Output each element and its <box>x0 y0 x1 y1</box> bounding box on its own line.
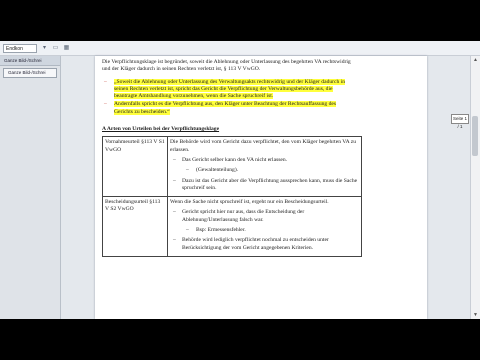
toolbar: Endkon ▾ ▭ ▦ <box>0 41 480 56</box>
vertical-scrollbar[interactable]: ▲ ▼ <box>470 56 480 319</box>
table-cell-type: Vornahmeurteil §113 V S1 VwGO <box>102 136 168 198</box>
row-items: Das Gericht selber kann den VA nicht erl… <box>170 157 359 165</box>
chevron-down-icon[interactable]: ▾ <box>41 45 48 52</box>
row-subitems: Bsp: Ermessensfehler. <box>170 227 359 235</box>
section-heading: A Arten von Urteilen bei der Verpflichtu… <box>102 126 220 133</box>
row-intro: Wenn die Sache nicht spruchreif ist, erg… <box>170 199 329 206</box>
quote-item: Andernfalls spricht es die Verpflichtung… <box>102 101 352 116</box>
list-item: Gericht spricht hier nur aus, dass die E… <box>170 209 359 224</box>
table-row: Bescheidungsurteil §113 V S2 VwGO Wenn d… <box>102 196 362 257</box>
row-intro: Die Behörde wird vom Gericht dazu verpfl… <box>170 139 357 153</box>
row-items: Dazu ist das Gericht aber die Verpflicht… <box>170 178 359 193</box>
highlighted-text: Andernfalls spricht es die Verpflichtung… <box>114 101 337 115</box>
list-item: Bsp: Ermessensfehler. <box>170 227 359 235</box>
document-area: Die Verpflichtungsklage ist begründet, s… <box>61 56 480 319</box>
left-panel-button[interactable]: Ganze Bild-/Schrei <box>3 68 57 78</box>
highlighted-text: „Soweit die Ablehnung oder Unterlassung … <box>114 78 346 100</box>
left-panel-title: Ganze Bild-/Schrei <box>0 56 60 66</box>
left-panel: Ganze Bild-/Schrei Ganze Bild-/Schrei <box>0 56 61 319</box>
table-row: Vornahmeurteil §113 V S1 VwGO Die Behörd… <box>102 136 362 198</box>
document-content: Die Verpflichtungsklage ist begründet, s… <box>102 59 362 257</box>
page-indicator: Seite 1 / 1 <box>451 114 469 129</box>
table-cell-description: Wenn die Sache nicht spruchreif ist, erg… <box>167 196 362 257</box>
list-item: Dazu ist das Gericht aber die Verpflicht… <box>170 178 359 193</box>
grid-icon[interactable]: ▦ <box>63 45 70 52</box>
page-fit-icon[interactable]: ▭ <box>52 45 59 52</box>
scroll-down-icon[interactable]: ▼ <box>471 311 480 319</box>
document-page: Die Verpflichtungsklage ist begründet, s… <box>95 56 427 319</box>
row-items: Gericht spricht hier nur aus, dass die E… <box>170 209 359 224</box>
intro-paragraph: Die Verpflichtungsklage ist begründet, s… <box>102 59 351 73</box>
scrollbar-thumb[interactable] <box>472 116 478 156</box>
zoom-select[interactable]: Endkon <box>3 43 37 53</box>
table-cell-type: Bescheidungsurteil §113 V S2 VwGO <box>102 196 168 257</box>
quote-list: „Soweit die Ablehnung oder Unterlassung … <box>102 78 352 116</box>
list-item: (Gewaltenteilung). <box>170 167 359 175</box>
table-cell-description: Die Behörde wird vom Gericht dazu verpfl… <box>167 136 362 198</box>
list-item: Das Gericht selber kann den VA nicht erl… <box>170 157 359 165</box>
viewer-window: Endkon ▾ ▭ ▦ Ganze Bild-/Schrei Ganze Bi… <box>0 41 480 319</box>
row-subitems: (Gewaltenteilung). <box>170 167 359 175</box>
row-items: Behörde wird lediglich verpflichtet noch… <box>170 237 359 252</box>
scroll-up-icon[interactable]: ▲ <box>471 56 480 64</box>
judgment-types-table: Vornahmeurteil §113 V S1 VwGO Die Behörd… <box>102 136 362 257</box>
list-item: Behörde wird lediglich verpflichtet noch… <box>170 237 359 252</box>
quote-item: „Soweit die Ablehnung oder Unterlassung … <box>102 78 352 101</box>
